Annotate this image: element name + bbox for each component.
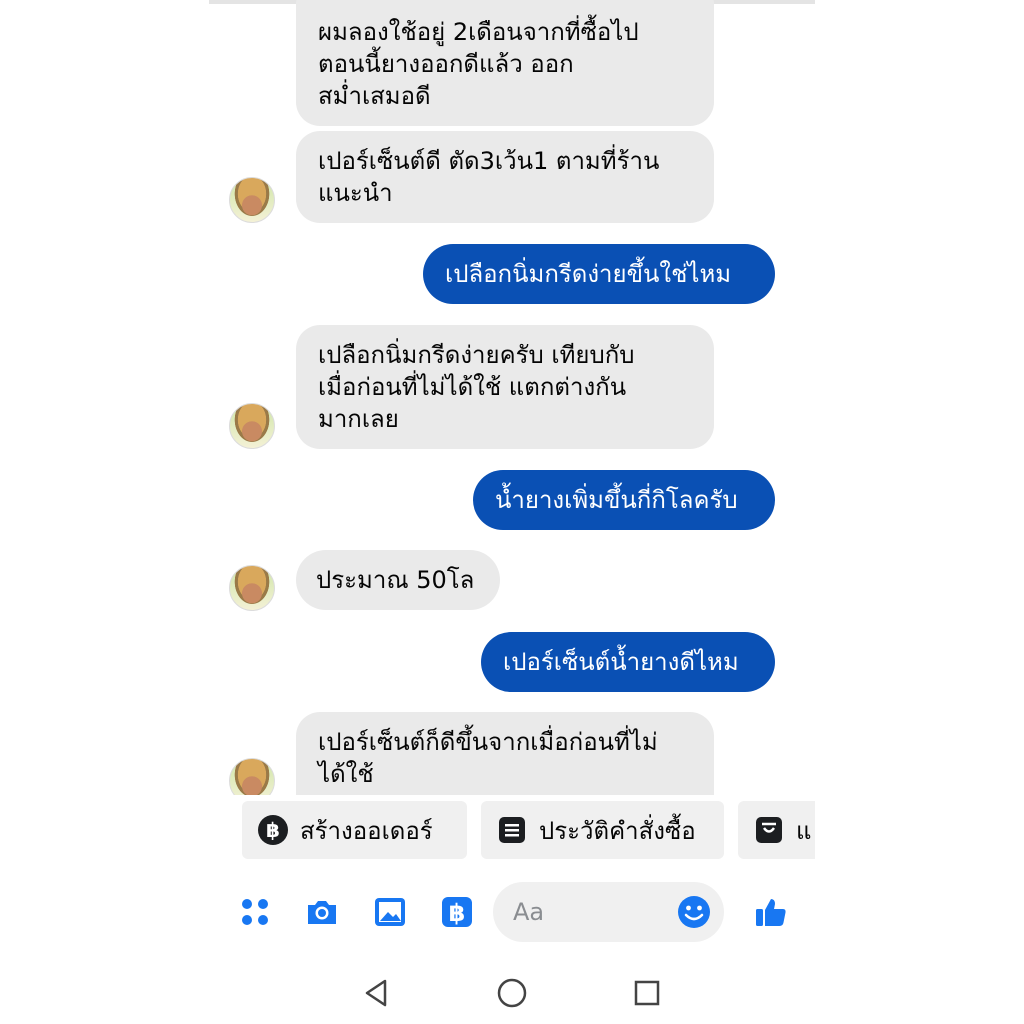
message-bubble-incoming[interactable]: ผมลองใช้อยู่ 2เดือนจากที่ซื้อไป ตอนนี้ยา… xyxy=(296,0,714,126)
message-line: แนะนำ xyxy=(318,179,393,207)
message-line: ผมลองใช้อยู่ 2เดือนจากที่ซื้อไป xyxy=(318,18,639,46)
message-list[interactable]: ผมลองใช้อยู่ 2เดือนจากที่ซื้อไป ตอนนี้ยา… xyxy=(209,0,815,795)
menu-dots-icon[interactable] xyxy=(237,894,273,930)
message-line: สม่ำเสมอดี xyxy=(318,82,431,110)
message-line: ตอนนี้ยางออกดีแล้ว ออก xyxy=(318,50,574,78)
recents-icon[interactable] xyxy=(630,976,664,1010)
message-line: ประมาณ 50โล xyxy=(316,566,475,594)
message-line: เมื่อก่อนที่ไม่ได้ใช้ แตกต่างกัน xyxy=(318,373,627,401)
message-line: เปลือกนิ่มกรีดง่ายครับ เทียบกับ xyxy=(318,341,635,369)
chip-label: แ xyxy=(796,816,812,845)
message-bubble-incoming[interactable]: เปลือกนิ่มกรีดง่ายครับ เทียบกับ เมื่อก่อ… xyxy=(296,325,714,449)
message-bubble-outgoing[interactable]: เปลือกนิ่มกรีดง่ายขึ้นใช่ไหม xyxy=(423,244,775,304)
message-line: เปอร์เซ็นต์ดี ตัด3เว้น1 ตามที่ร้าน xyxy=(318,147,660,175)
message-line: ได้ใช้ xyxy=(318,760,374,788)
message-bubble-incoming[interactable]: เปอร์เซ็นต์ดี ตัด3เว้น1 ตามที่ร้าน แนะนำ xyxy=(296,131,714,223)
message-line: มากเลย xyxy=(318,405,399,433)
baht-icon[interactable]: ฿ xyxy=(439,894,475,930)
emoji-icon[interactable] xyxy=(676,894,712,930)
messenger-screen: ผมลองใช้อยู่ 2เดือนจากที่ซื้อไป ตอนนี้ยา… xyxy=(209,0,815,1024)
message-bubble-outgoing[interactable]: เปอร์เซ็นต์น้ำยางดีไหม xyxy=(481,632,775,692)
quick-actions-bar: ฿ สร้างออเดอร์ ประวัติคำสั่งซื้อ แ xyxy=(209,801,815,859)
order-list-icon xyxy=(499,817,525,843)
svg-text:฿: ฿ xyxy=(266,818,280,842)
message-line: เปอร์เซ็นต์น้ำยางดีไหม xyxy=(503,648,739,676)
shop-button[interactable]: แ xyxy=(738,801,815,859)
message-bubble-incoming[interactable]: เปอร์เซ็นต์ก็ดีขึ้นจากเมื่อก่อนที่ไม่ ได… xyxy=(296,712,714,795)
message-line: เปอร์เซ็นต์ก็ดีขึ้นจากเมื่อก่อนที่ไม่ xyxy=(318,728,658,756)
sender-avatar[interactable] xyxy=(229,177,275,223)
message-bubble-outgoing[interactable]: น้ำยางเพิ่มขึ้นกี่กิโลครับ xyxy=(473,470,775,530)
chip-label: ประวัติคำสั่งซื้อ xyxy=(539,816,696,845)
like-icon[interactable] xyxy=(753,894,789,930)
system-nav-bar xyxy=(209,964,815,1020)
home-icon[interactable] xyxy=(495,976,529,1010)
composer-bar: ฿ Aa xyxy=(209,880,815,944)
create-order-button[interactable]: ฿ สร้างออเดอร์ xyxy=(242,801,467,859)
camera-icon[interactable] xyxy=(304,894,340,930)
shopping-bag-icon xyxy=(756,817,782,843)
message-input-placeholder: Aa xyxy=(513,898,545,926)
image-icon[interactable] xyxy=(372,894,408,930)
message-bubble-incoming[interactable]: ประมาณ 50โล xyxy=(296,550,500,610)
back-icon[interactable] xyxy=(359,976,393,1010)
svg-text:฿: ฿ xyxy=(449,899,466,927)
message-line: เปลือกนิ่มกรีดง่ายขึ้นใช่ไหม xyxy=(445,260,732,288)
sender-avatar[interactable] xyxy=(229,403,275,449)
order-history-button[interactable]: ประวัติคำสั่งซื้อ xyxy=(481,801,724,859)
message-line: น้ำยางเพิ่มขึ้นกี่กิโลครับ xyxy=(495,486,738,514)
baht-icon: ฿ xyxy=(258,815,288,845)
sender-avatar[interactable] xyxy=(229,758,275,795)
chip-label: สร้างออเดอร์ xyxy=(300,816,433,845)
sender-avatar[interactable] xyxy=(229,565,275,611)
